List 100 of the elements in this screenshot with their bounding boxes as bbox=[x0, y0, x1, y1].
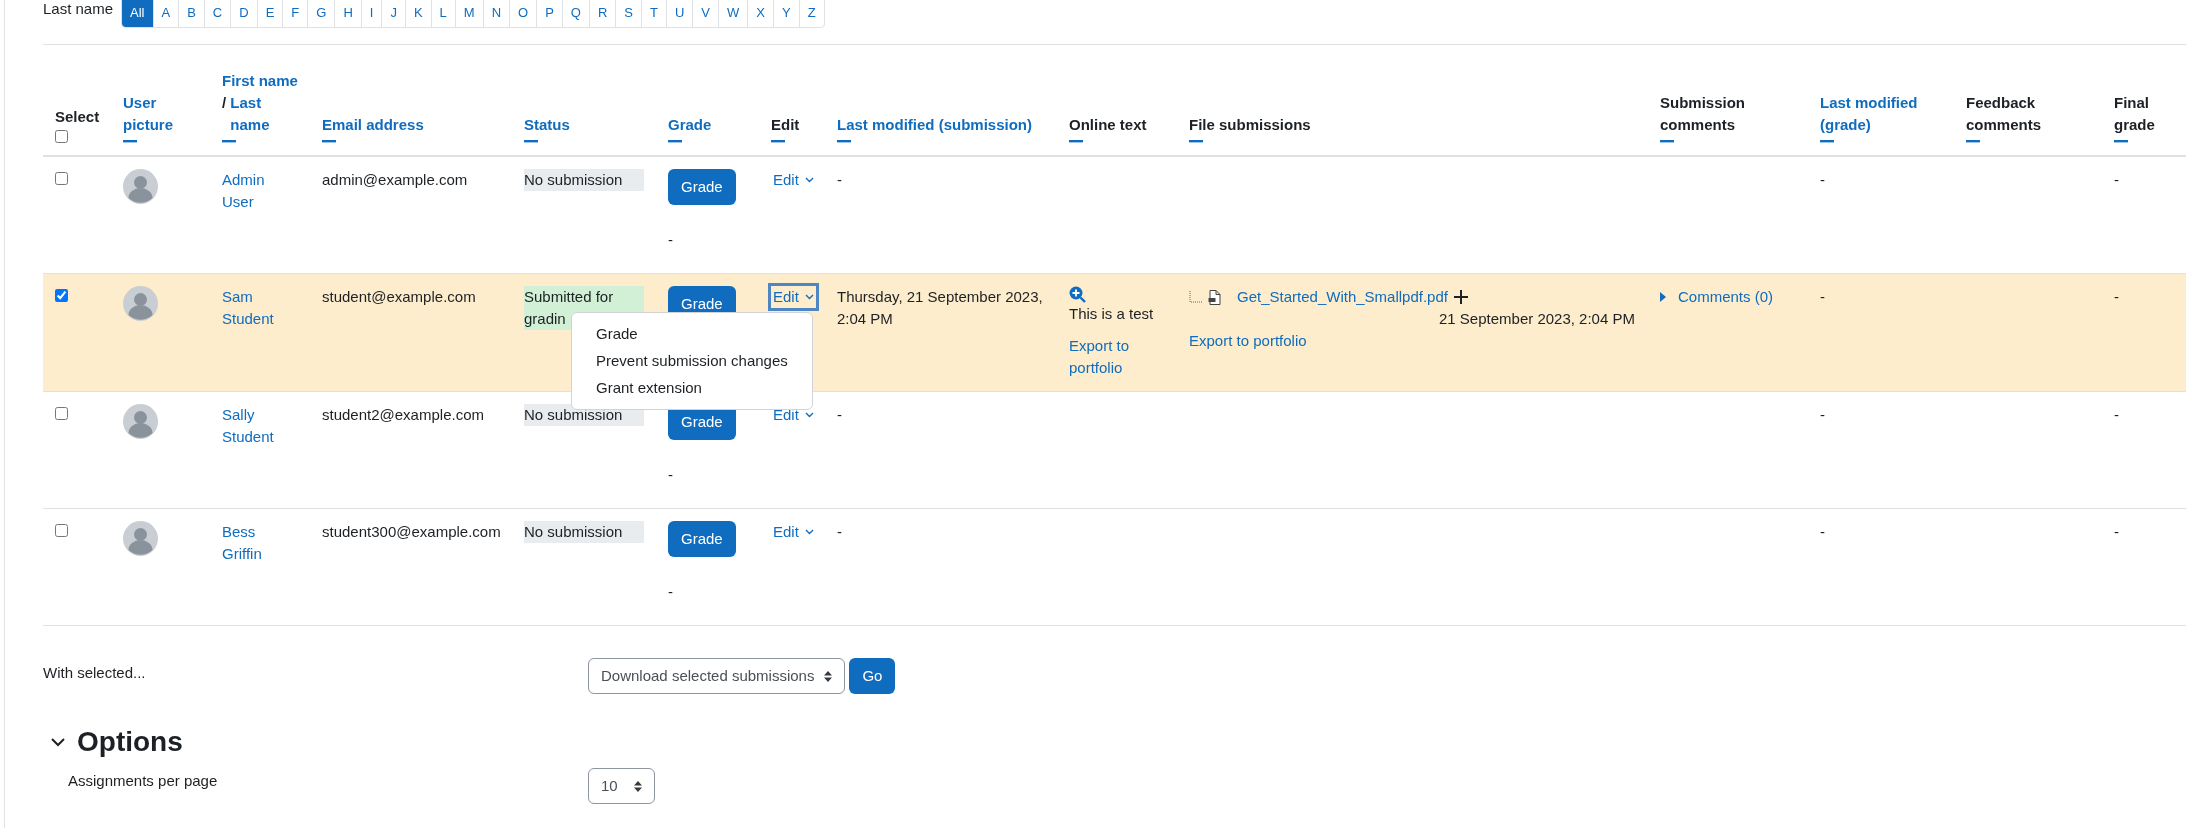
letter-filter-button[interactable]: U bbox=[665, 0, 693, 27]
user-name-link[interactable]: Bess Griffin bbox=[222, 521, 294, 565]
column-header[interactable]: Last modified (grade) bbox=[1820, 92, 1942, 136]
minus-icon[interactable] bbox=[2114, 140, 2128, 143]
minus-icon[interactable] bbox=[1189, 140, 1203, 143]
letter-filter-button[interactable]: K bbox=[404, 0, 431, 27]
last-modified-text: - bbox=[837, 171, 842, 188]
letter-filter-button[interactable]: V bbox=[692, 0, 719, 27]
letter-filter-button[interactable]: C bbox=[203, 0, 231, 27]
letter-filter-button[interactable]: Q bbox=[561, 0, 589, 27]
letter-filter-button[interactable]: Y bbox=[773, 0, 799, 27]
minus-icon[interactable] bbox=[1820, 140, 1834, 143]
minus-icon[interactable] bbox=[771, 140, 785, 143]
letter-filter-button[interactable]: S bbox=[615, 0, 641, 27]
comments-link[interactable]: Comments (0) bbox=[1678, 286, 1774, 308]
menu-item[interactable]: Prevent submission changes bbox=[572, 350, 812, 372]
user-name-link[interactable]: Sam Student bbox=[222, 286, 294, 330]
column-header[interactable]: Last name bbox=[230, 92, 270, 136]
letter-filter-button[interactable]: W bbox=[718, 0, 748, 27]
letter-filter-button[interactable]: T bbox=[641, 0, 666, 27]
row-checkbox[interactable] bbox=[55, 407, 68, 420]
column-header: Edit bbox=[771, 115, 800, 135]
menu-item[interactable]: Grant extension bbox=[572, 377, 812, 399]
minus-icon[interactable] bbox=[1069, 140, 1083, 143]
letter-filter-button[interactable]: G bbox=[307, 0, 335, 27]
column-header[interactable]: User picture bbox=[123, 92, 198, 136]
status-label: No submission bbox=[524, 521, 644, 543]
letter-filter-button[interactable]: O bbox=[509, 0, 537, 27]
email-text: student300@example.com bbox=[322, 523, 501, 540]
email-text: student2@example.com bbox=[322, 406, 484, 423]
minus-icon[interactable] bbox=[222, 140, 236, 143]
minus-icon[interactable] bbox=[524, 140, 538, 143]
letter-filter-button[interactable]: E bbox=[256, 0, 283, 27]
minus-icon[interactable] bbox=[1660, 140, 1674, 143]
minus-icon[interactable] bbox=[837, 140, 851, 143]
letter-filter-button[interactable]: Z bbox=[798, 0, 824, 27]
letter-filter-button[interactable]: A bbox=[152, 0, 179, 27]
export-to-portfolio-link[interactable]: Export to portfolio bbox=[1069, 335, 1165, 379]
edit-menu-button[interactable]: Edit bbox=[768, 401, 819, 429]
minus-icon[interactable] bbox=[668, 140, 682, 143]
letter-filter-button[interactable]: F bbox=[282, 0, 308, 27]
select-all-checkbox[interactable] bbox=[55, 130, 68, 143]
zoom-in-icon[interactable] bbox=[1069, 286, 1086, 303]
avatar-icon bbox=[123, 404, 158, 439]
letter-filter-button[interactable]: M bbox=[454, 0, 483, 27]
grade-value: - bbox=[668, 465, 674, 485]
final-grade-text: - bbox=[2114, 171, 2119, 188]
chevron-down-icon bbox=[804, 177, 814, 183]
go-button[interactable]: Go bbox=[849, 658, 896, 694]
minus-icon[interactable] bbox=[1966, 140, 1980, 143]
column-header: / bbox=[222, 93, 227, 113]
edit-menu-button[interactable]: Edit bbox=[768, 518, 819, 546]
section-heading: Options bbox=[77, 726, 183, 758]
column-header[interactable]: Email address bbox=[322, 114, 424, 136]
user-name-link[interactable]: Admin User bbox=[222, 169, 294, 213]
letter-filter-button[interactable]: P bbox=[536, 0, 562, 27]
letter-filter-button[interactable]: R bbox=[588, 0, 616, 27]
column-header: Feedback comments bbox=[1966, 93, 2043, 135]
edit-menu-button[interactable]: Edit bbox=[768, 166, 819, 194]
letter-filter-button[interactable]: I bbox=[360, 0, 382, 27]
caret-right-icon[interactable] bbox=[1660, 292, 1666, 302]
column-header: Online text bbox=[1069, 115, 1147, 135]
letter-filter-button[interactable]: D bbox=[230, 0, 257, 27]
last-modified-grade-text: - bbox=[1820, 171, 1825, 188]
bulk-action-select[interactable]: Download selected submissions bbox=[588, 658, 846, 694]
column-header[interactable]: Grade bbox=[668, 114, 712, 136]
letter-filter-button[interactable]: J bbox=[381, 0, 405, 27]
plus-icon[interactable] bbox=[1453, 290, 1468, 304]
file-link[interactable]: Get_Started_With_Smallpdf.pdf bbox=[1237, 286, 1448, 308]
per-page-select[interactable]: 10 bbox=[588, 768, 655, 804]
grade-value: - bbox=[668, 582, 674, 602]
column-header[interactable]: Last modified (submission) bbox=[837, 114, 1032, 136]
letter-filter-button[interactable]: N bbox=[482, 0, 510, 27]
letter-filter-button[interactable]: L bbox=[430, 0, 455, 27]
letter-filter-button[interactable]: X bbox=[747, 0, 773, 27]
row-checkbox[interactable] bbox=[55, 524, 68, 537]
letter-filter-button[interactable]: H bbox=[334, 0, 361, 27]
grade-button[interactable]: Grade bbox=[668, 521, 736, 557]
last-modified-grade-text: - bbox=[1820, 523, 1825, 540]
edit-menu-button[interactable]: Edit bbox=[768, 283, 819, 311]
chevron-down-icon bbox=[804, 294, 814, 300]
chevron-icon[interactable] bbox=[51, 737, 65, 747]
letter-filter-button[interactable]: B bbox=[178, 0, 204, 27]
user-name-link[interactable]: Sally Student bbox=[222, 404, 294, 448]
row-checkbox[interactable] bbox=[55, 172, 68, 185]
letter-filter-button[interactable]: All bbox=[122, 0, 153, 27]
column-header[interactable]: First name bbox=[222, 70, 298, 92]
avatar-icon bbox=[123, 286, 158, 321]
email-text: admin@example.com bbox=[322, 171, 468, 188]
chevron-down-icon bbox=[804, 529, 814, 535]
file-date-text: 21 September 2023, 2:04 PM bbox=[1439, 309, 1635, 329]
email-text: student@example.com bbox=[322, 288, 476, 305]
avatar-icon bbox=[123, 169, 158, 204]
minus-icon[interactable] bbox=[322, 140, 336, 143]
pdf-file-icon bbox=[1208, 289, 1221, 305]
grade-button[interactable]: Grade bbox=[668, 169, 736, 205]
column-header[interactable]: Status bbox=[524, 114, 570, 136]
minus-icon[interactable] bbox=[123, 140, 137, 143]
row-checkbox[interactable] bbox=[55, 289, 68, 302]
export-to-portfolio-link[interactable]: Export to portfolio bbox=[1189, 330, 1307, 352]
